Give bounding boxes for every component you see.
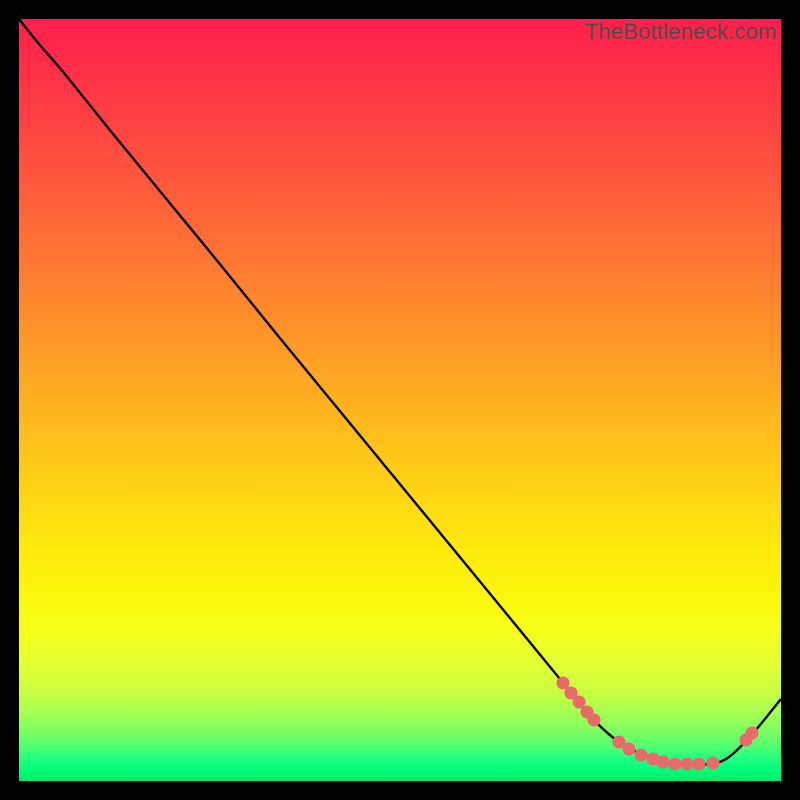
curve-marker xyxy=(746,727,759,740)
curve-marker xyxy=(623,743,636,756)
bottleneck-curve xyxy=(19,19,781,765)
curve-marker xyxy=(669,758,682,771)
curve-marker xyxy=(657,756,670,769)
curve-marker xyxy=(707,757,720,770)
curve-marker xyxy=(681,758,694,771)
curve-marker xyxy=(693,758,706,771)
curve-marker xyxy=(588,714,601,727)
chart-frame: TheBottleneck.com xyxy=(19,19,781,781)
curve-marker xyxy=(635,749,648,762)
chart-svg xyxy=(19,19,781,781)
